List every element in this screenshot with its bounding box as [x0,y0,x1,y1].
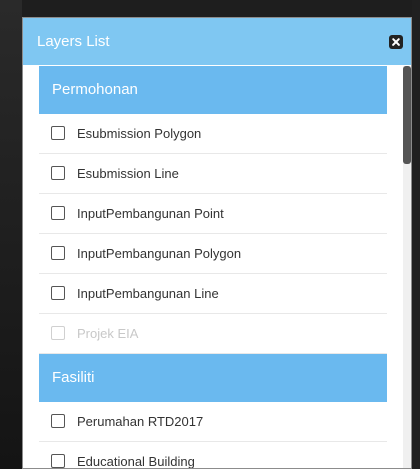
layer-label: Projek EIA [77,326,139,341]
layer-item-projek-eia: Projek EIA [39,314,387,354]
background-map-right [412,0,420,469]
scrollbar[interactable] [403,66,411,468]
layer-checkbox[interactable] [51,166,65,180]
group-header-fasiliti[interactable]: Fasiliti [39,354,387,402]
layer-item-inputpembangunan-line[interactable]: InputPembangunan Line [39,274,387,314]
layer-label: Educational Building [77,454,195,468]
panel-title: Layers List [37,33,110,50]
group-title: Permohonan [52,81,138,98]
panel-header: Layers List [23,18,411,65]
layer-checkbox[interactable] [51,286,65,300]
layer-item-esubmission-polygon[interactable]: Esubmission Polygon [39,114,387,154]
layer-item-inputpembangunan-point[interactable]: InputPembangunan Point [39,194,387,234]
layers-list: Permohonan Esubmission Polygon Esubmissi… [39,66,411,468]
layer-checkbox[interactable] [51,126,65,140]
group-header-permohonan[interactable]: Permohonan [39,66,387,114]
layer-checkbox[interactable] [51,246,65,260]
layer-label: Esubmission Polygon [77,126,202,141]
layer-item-perumahan-rtd2017[interactable]: Perumahan RTD2017 [39,402,387,442]
layers-list-panel: Layers List Permohonan Esubmission Polyg… [22,17,412,469]
layer-checkbox[interactable] [51,454,65,468]
layer-item-esubmission-line[interactable]: Esubmission Line [39,154,387,194]
layer-label: Esubmission Line [77,166,179,181]
layer-checkbox[interactable] [51,206,65,220]
layer-item-inputpembangunan-polygon[interactable]: InputPembangunan Polygon [39,234,387,274]
background-map-left [0,0,22,469]
scrollbar-thumb[interactable] [403,66,411,164]
layer-label: InputPembangunan Line [77,286,219,301]
layer-label: Perumahan RTD2017 [77,414,204,429]
layer-item-educational-building[interactable]: Educational Building [39,442,387,468]
layer-checkbox-disabled [51,326,65,340]
layer-label: InputPembangunan Point [77,206,224,221]
layer-label: InputPembangunan Polygon [77,246,242,261]
layer-checkbox[interactable] [51,414,65,428]
group-title: Fasiliti [52,369,95,386]
close-icon[interactable] [389,35,403,49]
